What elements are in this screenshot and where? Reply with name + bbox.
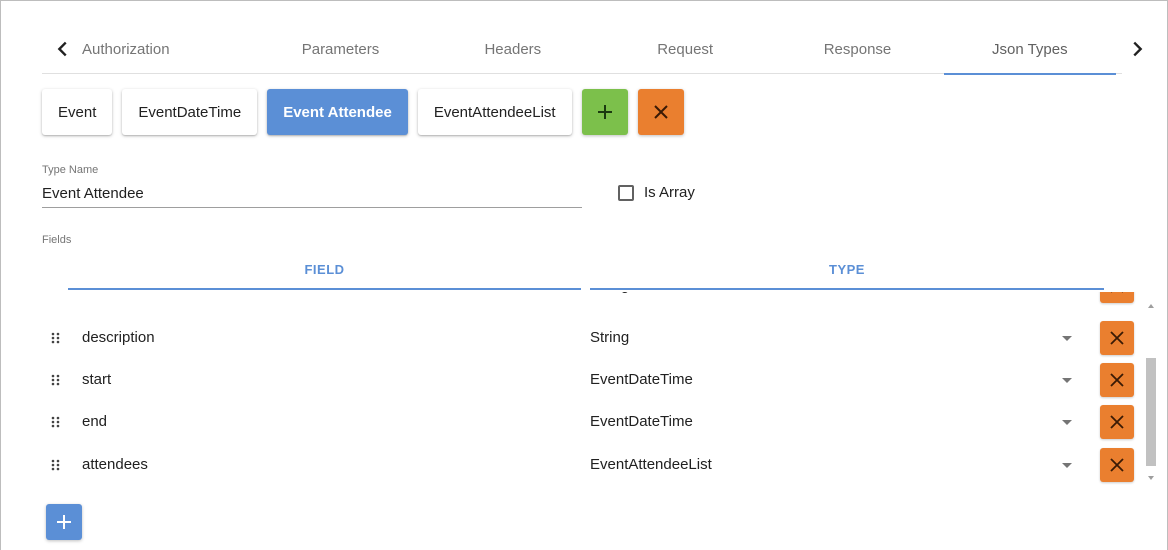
scrollbar-thumb[interactable] bbox=[1146, 358, 1156, 466]
dropdown-arrow-icon bbox=[1062, 378, 1072, 383]
is-array-checkbox[interactable]: Is Array bbox=[618, 184, 695, 201]
delete-field-button[interactable] bbox=[1100, 448, 1134, 482]
field-name[interactable]: attendees bbox=[82, 444, 148, 486]
drag-handle-icon[interactable] bbox=[50, 292, 62, 293]
field-type-value: EventDateTime bbox=[590, 371, 693, 388]
table-row: String bbox=[42, 292, 1156, 307]
tab-parameters[interactable]: Parameters bbox=[254, 24, 426, 74]
plus-icon bbox=[57, 515, 71, 529]
fields-label: Fields bbox=[42, 234, 72, 246]
chevron-right-icon bbox=[1133, 41, 1143, 57]
type-button-event-attendee[interactable]: Event Attendee bbox=[267, 89, 408, 135]
scroll-up-arrow-icon[interactable] bbox=[1148, 304, 1154, 308]
close-icon bbox=[1110, 331, 1124, 345]
close-icon bbox=[1110, 458, 1124, 472]
type-button-eventattendeelist[interactable]: EventAttendeeList bbox=[417, 89, 572, 135]
delete-type-button[interactable] bbox=[637, 89, 684, 135]
column-header-type: TYPE bbox=[590, 262, 1104, 290]
field-type-select[interactable]: EventDateTime bbox=[590, 359, 1086, 401]
delete-field-button[interactable] bbox=[1100, 292, 1134, 303]
close-icon bbox=[1111, 292, 1123, 293]
tab-headers[interactable]: Headers bbox=[427, 24, 599, 74]
field-type-select[interactable]: String bbox=[590, 317, 1086, 359]
close-icon bbox=[1110, 415, 1124, 429]
table-row: description String bbox=[42, 317, 1156, 359]
type-button-eventdatetime[interactable]: EventDateTime bbox=[122, 89, 258, 135]
fields-scrollbar[interactable] bbox=[1143, 296, 1159, 488]
table-row: end EventDateTime bbox=[42, 401, 1156, 443]
type-name-input[interactable] bbox=[42, 180, 582, 208]
delete-field-button[interactable] bbox=[1100, 405, 1134, 439]
fields-table: String description String start EventDat… bbox=[42, 292, 1156, 488]
plus-icon bbox=[597, 105, 612, 119]
table-row: start EventDateTime bbox=[42, 359, 1156, 401]
delete-field-button[interactable] bbox=[1100, 363, 1134, 397]
add-field-button[interactable] bbox=[46, 504, 82, 540]
field-name[interactable]: description bbox=[82, 317, 155, 359]
table-row: attendees EventAttendeeList bbox=[42, 444, 1156, 486]
scroll-down-arrow-icon[interactable] bbox=[1148, 476, 1154, 480]
close-icon bbox=[1110, 373, 1124, 387]
tab-scroll-right-button[interactable] bbox=[1116, 24, 1158, 74]
field-type-select[interactable]: EventAttendeeList bbox=[590, 444, 1086, 486]
field-name[interactable]: end bbox=[82, 401, 107, 443]
field-type-select[interactable]: EventDateTime bbox=[590, 401, 1086, 443]
field-type-value: EventDateTime bbox=[590, 413, 693, 430]
chevron-left-icon bbox=[57, 41, 67, 57]
add-type-button[interactable] bbox=[581, 89, 628, 135]
dropdown-arrow-icon bbox=[1062, 336, 1072, 341]
drag-handle-icon[interactable] bbox=[50, 331, 62, 345]
drag-handle-icon[interactable] bbox=[50, 373, 62, 387]
checkbox-box[interactable] bbox=[618, 184, 634, 201]
field-type-value: String bbox=[590, 329, 630, 346]
field-type-value: String bbox=[590, 292, 629, 294]
tabs: Authorization Parameters Headers Request… bbox=[78, 24, 1117, 75]
dropdown-arrow-icon bbox=[1062, 420, 1072, 425]
dropdown-arrow-icon bbox=[1062, 463, 1072, 468]
field-type-value: EventAttendeeList bbox=[590, 456, 712, 473]
type-name-label: Type Name bbox=[42, 164, 99, 176]
tab-authorization[interactable]: Authorization bbox=[78, 24, 254, 74]
column-header-field: FIELD bbox=[68, 262, 581, 290]
tab-response[interactable]: Response bbox=[771, 24, 943, 74]
drag-handle-icon[interactable] bbox=[50, 415, 62, 429]
delete-field-button[interactable] bbox=[1100, 321, 1134, 355]
type-button-event[interactable]: Event bbox=[42, 89, 113, 135]
drag-handle-icon[interactable] bbox=[50, 458, 62, 472]
field-name[interactable]: start bbox=[82, 359, 111, 401]
tab-json-types[interactable]: Json Types bbox=[943, 24, 1117, 75]
tab-request[interactable]: Request bbox=[599, 24, 771, 74]
field-type-select[interactable]: String bbox=[590, 292, 1086, 307]
type-selector: Event EventDateTime Event Attendee Event… bbox=[42, 89, 684, 135]
close-icon bbox=[653, 105, 668, 119]
is-array-label: Is Array bbox=[644, 184, 695, 201]
